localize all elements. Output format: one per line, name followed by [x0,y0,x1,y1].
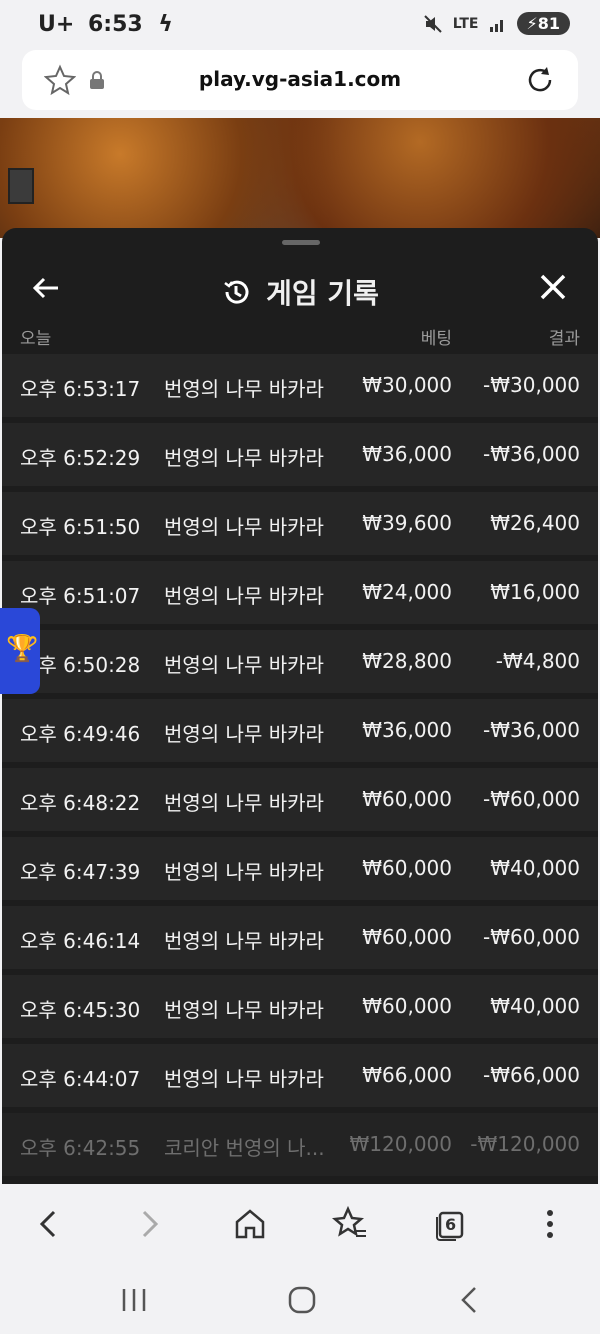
history-row[interactable]: 오후 6:48:22 번영의 나무 바카라 ₩60,000 -₩60,000 [2,768,598,831]
row-time: 오후 6:46:14 [20,929,141,953]
back-nav-icon[interactable] [450,1280,490,1320]
column-headers: 오늘 베팅 결과 [2,324,598,354]
row-game: 번영의 나무 바카라 [164,860,324,884]
row-result: -₩30,000 [483,373,580,397]
network-type: LTE [452,15,479,32]
status-bar: U+ 6:53 ϟ LTE ⚡81 [0,0,600,50]
home-nav-icon[interactable] [282,1280,322,1320]
tabs-button[interactable]: 6 [430,1204,470,1244]
row-time: 오후 6:42:55 [20,1136,141,1160]
row-result: -₩66,000 [483,1063,580,1087]
column-date: 오늘 [20,329,52,349]
drag-handle[interactable] [282,240,320,245]
history-row[interactable]: 오후 6:50:28 번영의 나무 바카라 ₩28,800 -₩4,800 [2,630,598,693]
history-row[interactable]: 오후 6:44:07 번영의 나무 바카라 ₩66,000 -₩66,000 [2,1044,598,1107]
history-list: 오후 6:53:17 번영의 나무 바카라 ₩30,000 -₩30,000 오후 6… [2,354,598,1182]
signal-icon [489,19,503,32]
column-result: 결과 [548,329,580,349]
history-row[interactable]: 오후 6:52:29 번영의 나무 바카라 ₩36,000 -₩36,000 [2,423,598,486]
history-row[interactable]: 오후 6:42:55 코리안 번영의 나... ₩120,000 -₩120,000 [2,1113,598,1176]
reload-icon[interactable] [524,64,556,96]
row-time: 오후 6:53:17 [20,377,141,401]
row-game: 코리안 번영의 나... [164,1136,325,1160]
row-game: 번영의 나무 바카라 [164,515,324,539]
clock: 6:53 [87,12,143,37]
history-row[interactable]: 오후 6:51:07 번영의 나무 바카라 ₩24,000 ₩16,000 [2,561,598,624]
row-bet: ₩60,000 [362,856,452,880]
row-result: ₩40,000 [490,994,580,1018]
row-time: 오후 6:47:39 [20,860,141,884]
row-result: -₩4,800 [495,649,580,673]
row-result: -₩36,000 [483,718,580,742]
row-time: 오후 6:51:07 [20,584,141,608]
row-result: ₩40,000 [490,856,580,880]
row-bet: ₩66,000 [362,1063,452,1087]
row-time: 오후 6:48:22 [20,791,141,815]
charging-bolt-icon: ϟ [158,12,173,37]
row-game: 번영의 나무 바카라 [164,791,324,815]
panel-title: 게임 기록 [266,277,379,310]
tabs-count: 6 [445,1215,457,1234]
panel-header: 게임 기록 [2,258,598,318]
row-bet: ₩39,600 [362,511,452,535]
row-game: 번영의 나무 바카라 [164,722,324,746]
history-row[interactable]: 오후 6:53:17 번영의 나무 바카라 ₩30,000 -₩30,000 [2,354,598,417]
row-bet: ₩30,000 [362,373,452,397]
row-bet: ₩24,000 [362,580,452,604]
history-row[interactable]: 오후 6:46:14 번영의 나무 바카라 ₩60,000 -₩60,000 [2,906,598,969]
row-game: 번영의 나무 바카라 [164,929,324,953]
row-result: -₩120,000 [470,1132,580,1156]
row-game: 번영의 나무 바카라 [164,1067,324,1091]
row-time: 오후 6:44:07 [20,1067,141,1091]
history-row[interactable]: 오후 6:45:30 번영의 나무 바카라 ₩60,000 ₩40,000 [2,975,598,1038]
row-time: 오후 6:52:29 [20,446,141,470]
row-bet: ₩36,000 [362,442,452,466]
history-row[interactable]: 오후 6:51:50 번영의 나무 바카라 ₩39,600 ₩26,400 [2,492,598,555]
bookmarks-icon[interactable] [330,1204,370,1244]
lantern-image [8,168,34,204]
url-bar[interactable]: play.vg-asia1.com [22,50,578,110]
row-bet: ₩36,000 [362,718,452,742]
url-text[interactable]: play.vg-asia1.com [22,67,578,91]
more-menu-icon[interactable] [530,1204,570,1244]
row-time: 오후 6:49:46 [20,722,141,746]
battery-badge: ⚡81 [516,12,570,35]
home-icon[interactable] [230,1204,270,1244]
close-icon[interactable] [538,272,568,302]
row-time: 오후 6:51:50 [20,515,141,539]
back-icon[interactable] [28,1204,68,1244]
history-row[interactable]: 오후 6:49:46 번영의 나무 바카라 ₩36,000 -₩36,000 [2,699,598,762]
row-result: -₩60,000 [483,787,580,811]
row-game: 번영의 나무 바카라 [164,584,324,608]
row-bet: ₩120,000 [349,1132,452,1156]
trophy-icon: 🏆 [6,634,39,664]
row-result: ₩26,400 [490,511,580,535]
leaderboard-tab[interactable]: 🏆 [0,608,40,694]
carrier-label: U+ [38,12,75,37]
system-nav-bar [0,1264,600,1334]
row-game: 번영의 나무 바카라 [164,446,324,470]
row-bet: ₩60,000 [362,994,452,1018]
row-result: -₩60,000 [483,925,580,949]
row-bet: ₩60,000 [362,925,452,949]
row-result: -₩36,000 [483,442,580,466]
row-bet: ₩60,000 [362,787,452,811]
row-result: ₩16,000 [490,580,580,604]
game-background-image [0,118,600,238]
mute-icon [424,14,442,33]
game-history-panel: 게임 기록 오늘 베팅 결과 오후 6:53:17 번영의 나무 바카라 ₩30,0… [2,228,598,1184]
row-game: 번영의 나무 바카라 [164,653,324,677]
row-bet: ₩28,800 [362,649,452,673]
row-game: 번영의 나무 바카라 [164,998,324,1022]
history-row[interactable]: 오후 6:47:39 번영의 나무 바카라 ₩60,000 ₩40,000 [2,837,598,900]
browser-toolbar: 6 [0,1184,600,1264]
row-game: 번영의 나무 바카라 [164,377,324,401]
forward-icon[interactable] [130,1204,170,1244]
column-bet: 베팅 [420,329,452,349]
row-time: 오후 6:45:30 [20,998,141,1022]
recents-icon[interactable] [114,1280,154,1320]
history-icon [224,280,249,304]
